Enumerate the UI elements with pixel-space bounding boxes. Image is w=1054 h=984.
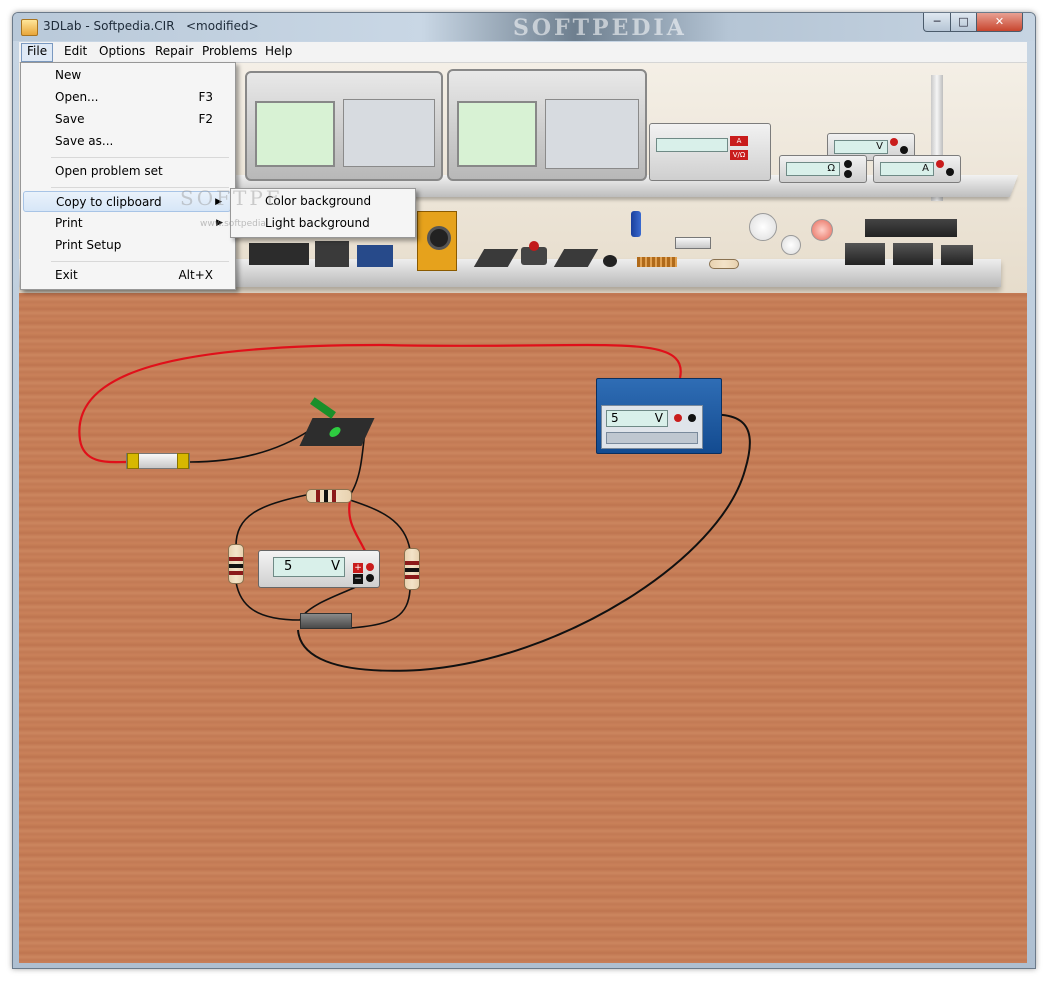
menu-item-print-label: Print (55, 216, 83, 230)
power-supply-value: 5 (611, 411, 619, 425)
menu-item-print-setup[interactable]: Print Setup (23, 235, 231, 256)
menu-item-exit-label: Exit (55, 268, 78, 282)
menu-separator (51, 157, 229, 158)
fuse-bench[interactable] (126, 453, 190, 469)
resistor-bench-bottom[interactable] (300, 613, 352, 629)
menu-item-open-shortcut: F3 (198, 90, 213, 104)
voltmeter-bench-jack-minus[interactable] (366, 574, 374, 582)
menu-item-open-problem-set-label: Open problem set (55, 164, 163, 178)
power-supply-jack-plus[interactable] (674, 414, 682, 422)
wire-resistor-right[interactable] (349, 499, 411, 551)
wire-right-resistor-bottom[interactable] (349, 589, 411, 629)
menu-item-save-label: Save (55, 112, 85, 126)
resistor-bench-left[interactable] (228, 544, 244, 584)
menu-item-open-label: Open... (55, 90, 99, 104)
resistor-band (229, 557, 243, 561)
softpedia-watermark: SOFTPE (180, 186, 284, 210)
voltmeter-bench-display: 5 V (273, 557, 345, 577)
resistor-bench-top[interactable] (306, 489, 352, 503)
wire-fuse-to-switch[interactable] (189, 429, 311, 463)
submenu-item-light-background-label: Light background (265, 216, 370, 230)
resistor-band (405, 575, 419, 579)
resistor-band (332, 490, 336, 502)
menu-item-new-label: New (55, 68, 82, 82)
voltmeter-bench-plus-label: + (353, 563, 363, 573)
voltmeter-bench-unit: V (331, 559, 340, 574)
power-supply-display: 5 V (606, 410, 668, 427)
resistor-bench-right[interactable] (404, 548, 420, 590)
menu-item-copy-to-clipboard-label: Copy to clipboard (56, 195, 162, 209)
menu-item-exit[interactable]: Exit Alt+X (23, 265, 231, 286)
voltmeter-bench-value: 5 (284, 559, 293, 574)
wire-resistor-left[interactable] (235, 494, 307, 549)
power-supply-bench[interactable]: 5 V (596, 378, 722, 454)
resistor-band (229, 564, 243, 568)
fuse-cap-right (177, 453, 189, 469)
switch-bench-led (327, 427, 343, 437)
softpedia-watermark-url: www.softpedia (200, 219, 266, 229)
menu-item-save-as[interactable]: Save as... (23, 131, 231, 152)
wire-red-supply-to-fuse[interactable] (78, 343, 682, 464)
resistor-band (405, 561, 419, 565)
menu-item-save-as-label: Save as... (55, 134, 114, 148)
voltage-slider[interactable] (606, 432, 698, 444)
fuse-cap-left (127, 453, 139, 469)
menu-item-save[interactable]: Save F2 (23, 109, 231, 130)
menu-item-save-shortcut: F2 (198, 112, 213, 126)
resistor-band (316, 490, 320, 502)
power-supply-jack-minus[interactable] (688, 414, 696, 422)
menu-item-print-setup-label: Print Setup (55, 238, 122, 252)
switch-bench[interactable] (299, 418, 375, 446)
power-supply-panel: 5 V (601, 405, 703, 449)
menu-item-open[interactable]: Open... F3 (23, 87, 231, 108)
voltmeter-bench-jack-plus[interactable] (366, 563, 374, 571)
menu-item-exit-shortcut: Alt+X (178, 268, 213, 282)
file-dropdown-menu: New Open... F3 Save F2 Save as... Open pro… (20, 62, 236, 290)
menu-item-open-problem-set[interactable]: Open problem set (23, 161, 231, 182)
menu-separator (51, 261, 229, 262)
resistor-band (324, 490, 328, 502)
menu-item-new[interactable]: New (23, 65, 231, 86)
resistor-band (405, 568, 419, 572)
voltmeter-bench-minus-label: − (353, 574, 363, 584)
power-supply-unit: V (654, 411, 663, 425)
voltmeter-bench[interactable]: 5 V + − (258, 550, 380, 588)
resistor-band (229, 571, 243, 575)
